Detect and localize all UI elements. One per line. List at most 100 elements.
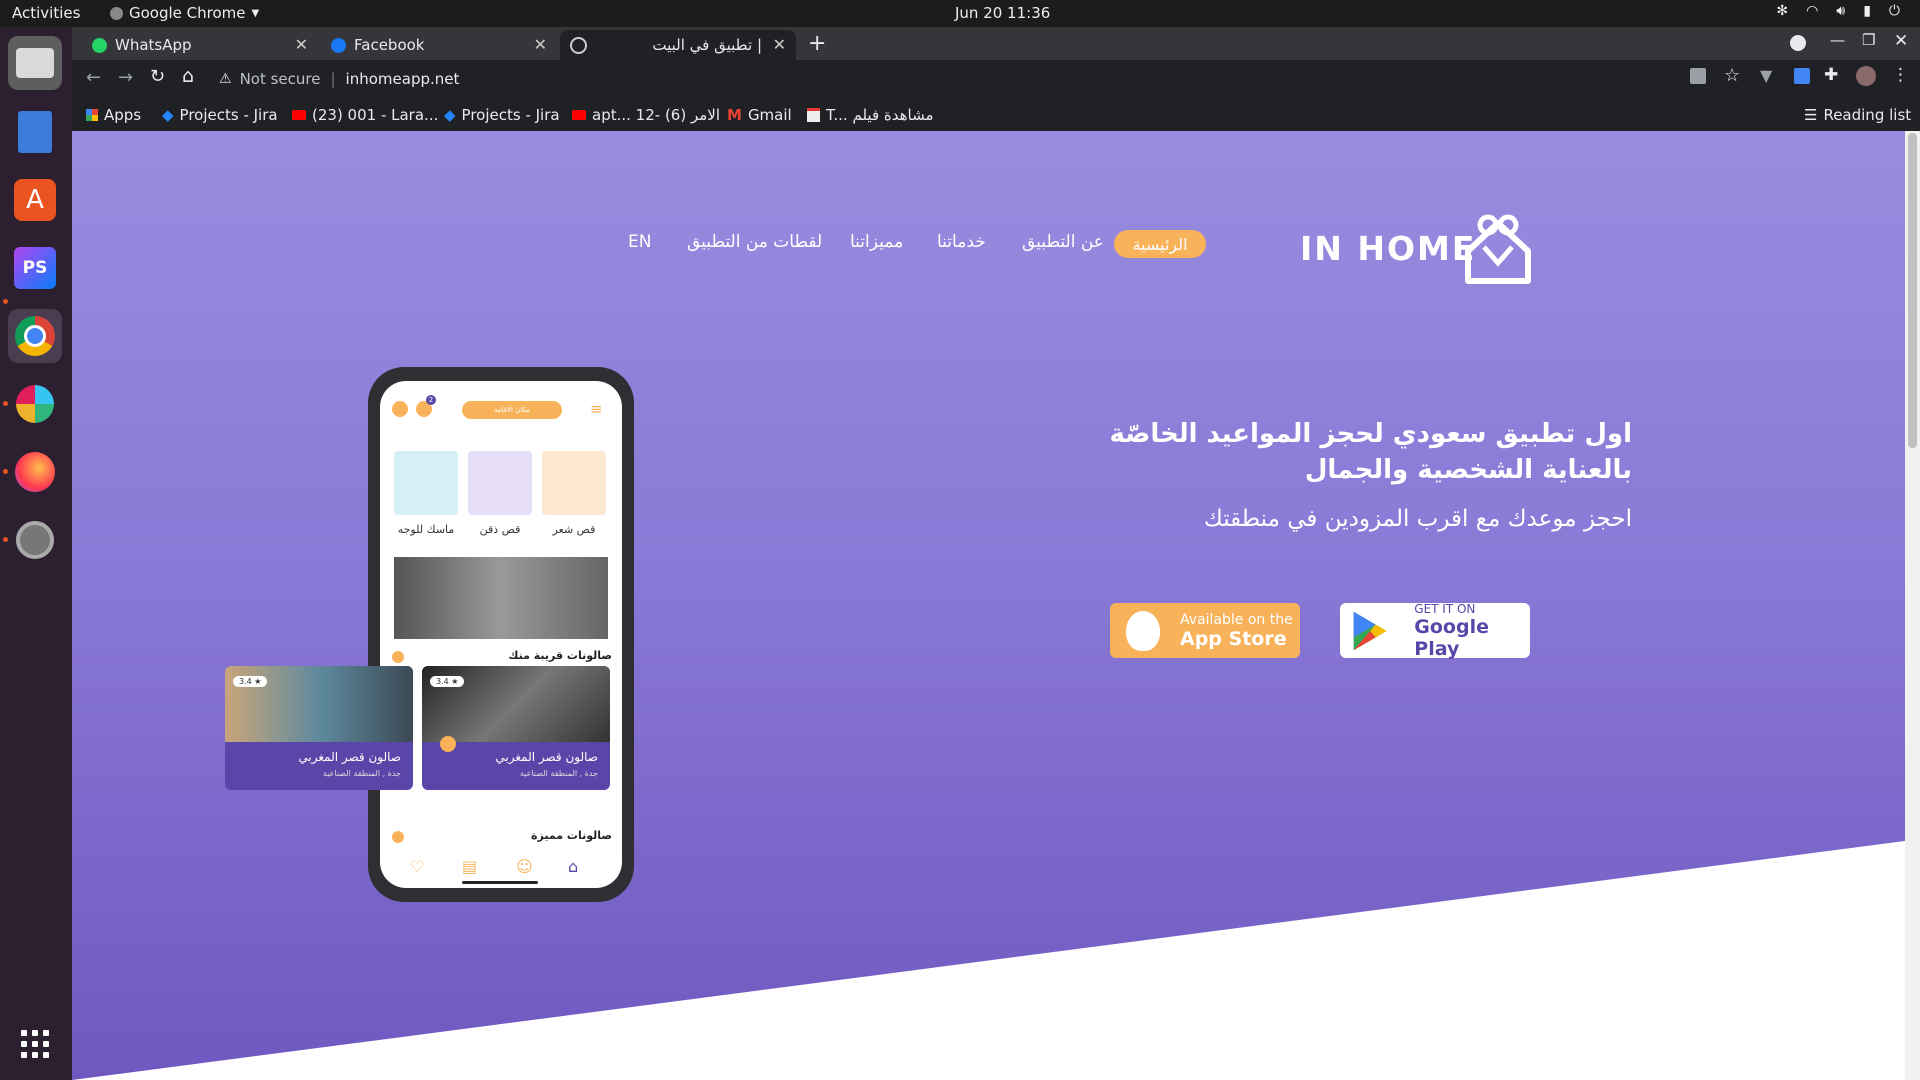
app-store-small-label: Available on the (1180, 611, 1293, 628)
system-tray[interactable]: ✻ ◠ 🔊︎ ▮ ⏻ (1776, 3, 1900, 19)
address-bar[interactable]: ⚠ Not secure | inhomeapp.net (217, 64, 1777, 94)
page-scrollbar[interactable] (1905, 131, 1920, 1080)
app-menu-label: Google Chrome (129, 4, 246, 22)
google-play-button[interactable]: GET IT ON Google Play (1340, 601, 1530, 660)
reading-list[interactable]: ☰ Reading list (1804, 106, 1911, 124)
arrow-circle-icon (392, 651, 404, 663)
chrome-icon[interactable] (8, 309, 62, 363)
network-extra-icon: ✻ (1776, 3, 1789, 19)
extension-v-icon[interactable]: ▼ (1760, 66, 1772, 85)
activities-button[interactable]: Activities (12, 4, 80, 22)
house-logo-icon (1465, 214, 1531, 284)
show-apps-icon[interactable] (8, 1017, 62, 1071)
close-tab-icon[interactable]: ✕ (773, 35, 786, 54)
bookmarks-bar: Apps ◆ Projects - Jira (23) 001 - Lara..… (72, 98, 1920, 131)
google-play-small-label: GET IT ON (1414, 601, 1476, 616)
close-tab-icon[interactable]: ✕ (534, 35, 547, 54)
jira-icon: ◆ (444, 106, 456, 124)
nav-language[interactable]: EN (628, 232, 651, 252)
bookmark-youtube-1[interactable]: (23) 001 - Lara... (292, 106, 438, 124)
close-tab-icon[interactable]: ✕ (295, 35, 308, 54)
youtube-icon (292, 110, 306, 120)
rating-value: 3.4 (436, 677, 449, 686)
favorites-tab-icon: ♡ (410, 857, 425, 876)
slack-icon[interactable] (8, 377, 62, 431)
bookmark-gmail[interactable]: M Gmail (727, 106, 792, 124)
bookings-tab-icon: ▤ (462, 857, 478, 876)
bookmark-label: apt... 12- الامر (6) (592, 106, 720, 124)
extension-translate-icon[interactable] (1794, 68, 1810, 84)
app-store-big-label: App Store (1180, 627, 1287, 650)
tab-facebook[interactable]: Facebook ✕ (321, 30, 557, 60)
nav-features[interactable]: مميزاتنا (850, 232, 903, 252)
bookmark-youtube-2[interactable]: apt... 12- الامر (6) (572, 106, 720, 124)
phpstorm-icon[interactable]: PS (8, 241, 62, 295)
logo-text: IN HOME (1300, 229, 1477, 268)
reload-icon[interactable]: ↻ (150, 66, 165, 87)
profile-avatar[interactable] (1856, 66, 1876, 86)
salon-card[interactable]: 3.4 ★ صالون قصر المغربي جدة , المنطقة ال… (422, 666, 610, 790)
bookmark-film[interactable]: T... مشاهدة فيلم (807, 106, 934, 124)
tab-title: WhatsApp (115, 36, 192, 54)
extensions-puzzle-icon[interactable]: ✚ (1824, 65, 1838, 85)
settings-icon[interactable] (8, 513, 62, 567)
reading-list-icon: ☰ (1804, 106, 1818, 124)
stylists-tab-icon: ☺ (516, 857, 533, 876)
rating-badge: 3.4 ★ (430, 676, 465, 687)
forward-icon[interactable]: → (118, 67, 133, 88)
google-play-icon (1353, 611, 1387, 650)
film-icon (807, 108, 820, 122)
whatsapp-icon (92, 37, 107, 53)
software-center-icon[interactable]: A (8, 173, 62, 227)
app-store-button[interactable]: Available on the App Store (1110, 603, 1300, 658)
url-text: inhomeapp.net (345, 70, 460, 88)
site-logo[interactable]: IN HOME (1300, 211, 1540, 287)
globe-icon (570, 36, 587, 54)
nav-services[interactable]: خدماتنا (937, 232, 986, 252)
salon-name: صالون قصر المغربي (495, 750, 598, 764)
salon-card[interactable]: 3.4 ★ صالون قصر المغربي جدة , المنطقة ال… (225, 666, 413, 790)
text-editor-icon[interactable] (8, 105, 62, 159)
google-play-big-label: Google Play (1414, 615, 1489, 660)
category-label: قص ذقن (479, 523, 521, 536)
nav-screenshots[interactable]: لقطات من التطبيق (687, 232, 822, 252)
home-icon[interactable]: ⌂ (182, 65, 194, 87)
salon-address: جدة , المنطقة الصناعية (322, 769, 401, 778)
salon-name: صالون قصر المغربي (298, 750, 401, 764)
star-icon[interactable]: ☆ (1724, 65, 1740, 86)
running-indicator (3, 299, 8, 304)
bookmark-jira-1[interactable]: ◆ Projects - Jira (162, 106, 278, 124)
nearby-heading: صالونات قريبة منك (508, 649, 612, 662)
nav-about[interactable]: عن التطبيق (1022, 232, 1104, 252)
tab-search-icon[interactable] (1790, 35, 1806, 51)
bookmark-apps[interactable]: Apps (86, 106, 141, 124)
volume-icon: 🔊︎ (1836, 3, 1846, 19)
bookmark-label: Apps (104, 106, 142, 124)
warning-icon: ⚠ (219, 71, 232, 87)
phone-menu-icon: ≡ (590, 400, 603, 418)
tab-inhome[interactable]: تطبيق في البيت | ✕ (560, 30, 796, 60)
gmail-icon: M (727, 106, 742, 124)
tab-title: تطبيق في البيت | (652, 36, 762, 54)
phone-location-label: مكان الاقامة (493, 406, 531, 414)
menu-kebab-icon[interactable]: ⋮ (1892, 65, 1909, 85)
new-tab-button[interactable]: + (808, 31, 826, 56)
translate-icon[interactable] (1690, 68, 1706, 84)
dock: A PS (0, 27, 72, 1080)
close-window-icon[interactable]: ✕ (1894, 31, 1908, 51)
back-icon[interactable]: ← (86, 67, 101, 88)
clock[interactable]: Jun 20 11:36 (955, 4, 1050, 22)
bookmark-label: Projects - Jira (461, 106, 560, 124)
scrollbar-thumb[interactable] (1908, 133, 1917, 448)
bookmark-jira-2[interactable]: ◆ Projects - Jira (444, 106, 560, 124)
firefox-icon[interactable] (8, 445, 62, 499)
maximize-icon[interactable]: ❐ (1862, 31, 1875, 49)
files-icon[interactable] (8, 36, 62, 90)
category-haircut (542, 451, 606, 515)
phone-screen: 2 مكان الاقامة ≡ قص شعر قص ذقن ماسك للوج… (380, 381, 622, 888)
nav-home[interactable]: الرئيسية (1114, 230, 1206, 258)
minimize-icon[interactable]: — (1830, 31, 1845, 49)
tab-whatsapp[interactable]: WhatsApp ✕ (82, 30, 318, 60)
toolbar: ← → ↻ ⌂ ⚠ Not secure | inhomeapp.net ☆ ▼… (72, 60, 1920, 98)
app-menu[interactable]: Google Chrome ▼ (110, 4, 259, 22)
